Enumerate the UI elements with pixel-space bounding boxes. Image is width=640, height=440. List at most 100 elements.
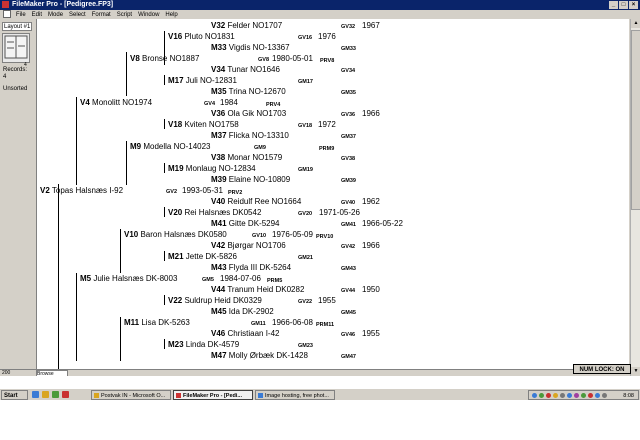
animal-name[interactable]: Tunar NO1646 [227, 65, 280, 74]
tray-update-icon[interactable] [581, 393, 586, 398]
pedigree-entry[interactable]: V36 Ola Gik NO1703 [211, 109, 286, 118]
tray-display-icon[interactable] [567, 393, 572, 398]
animal-name[interactable]: Baron Halsnæs DK0580 [140, 230, 226, 239]
birth-date[interactable]: 1966 [362, 109, 380, 118]
tray-printer-icon[interactable] [560, 393, 565, 398]
menu-window[interactable]: Window [138, 12, 159, 18]
document-icon[interactable] [3, 10, 11, 18]
animal-name[interactable]: Monolitt NO1974 [92, 98, 152, 107]
birth-date[interactable]: 1966 [362, 241, 380, 250]
animal-name[interactable]: Monar NO1579 [227, 153, 282, 162]
layout-select[interactable]: Layout #1 [2, 22, 32, 31]
pedigree-entry[interactable]: M35 Trina NO-12670 [211, 87, 286, 96]
pedigree-entry[interactable]: M9 Modella NO-14023 [130, 142, 211, 151]
animal-name[interactable]: Topas Halsnæs I-92 [52, 186, 123, 195]
animal-name[interactable]: Trina NO-12670 [229, 87, 286, 96]
pedigree-entry[interactable]: M43 Flyda III DK-5264 [211, 263, 291, 272]
desktop-icon[interactable] [52, 391, 59, 398]
animal-name[interactable]: Lisa DK-5263 [141, 318, 189, 327]
menu-help[interactable]: Help [165, 12, 177, 18]
pedigree-entry[interactable]: M17 Juli NO-12831 [168, 76, 237, 85]
birth-date[interactable]: 1955 [318, 296, 336, 305]
birth-date[interactable]: 1976-05-09 [272, 230, 313, 239]
birth-date[interactable]: 1972 [318, 120, 336, 129]
media-icon[interactable] [62, 391, 69, 398]
animal-name[interactable]: Pluto NO1831 [184, 32, 234, 41]
pedigree-entry[interactable]: V44 Tranum Heid DK0282 [211, 285, 304, 294]
animal-name[interactable]: Christiaan I-42 [227, 329, 279, 338]
birth-date[interactable]: 1962 [362, 197, 380, 206]
animal-name[interactable]: Gitte DK-5294 [229, 219, 280, 228]
pedigree-entry[interactable]: V40 Reidulf Ree NO1664 [211, 197, 301, 206]
animal-name[interactable]: Vigdis NO-13367 [229, 43, 290, 52]
tray-messenger-icon[interactable] [595, 393, 600, 398]
animal-name[interactable]: Molly Ørbæk DK-1428 [229, 351, 308, 360]
pedigree-entry[interactable]: M47 Molly Ørbæk DK-1428 [211, 351, 308, 360]
ie-icon[interactable] [32, 391, 39, 398]
close-button[interactable]: × [629, 1, 638, 9]
pedigree-entry[interactable]: V10 Baron Halsnæs DK0580 [124, 230, 227, 239]
animal-name[interactable]: Flyda III DK-5264 [229, 263, 291, 272]
birth-date[interactable]: 1984-07-06 [220, 274, 261, 283]
animal-name[interactable]: Bronse NO1887 [142, 54, 199, 63]
pedigree-entry[interactable]: V16 Pluto NO1831 [168, 32, 235, 41]
vertical-scrollbar[interactable]: ▲ ▼ [630, 19, 640, 376]
start-button[interactable]: Start [1, 390, 28, 400]
pedigree-entry[interactable]: M41 Gitte DK-5294 [211, 219, 280, 228]
tray-network-icon[interactable] [532, 393, 537, 398]
tray-security-icon[interactable] [546, 393, 551, 398]
pedigree-entry[interactable]: M23 Linda DK-4579 [168, 340, 239, 349]
menu-script[interactable]: Script [117, 12, 132, 18]
animal-name[interactable]: Juli NO-12831 [186, 76, 237, 85]
task-outlook[interactable]: Postvak IN - Microsoft O... [91, 390, 171, 400]
birth-date[interactable]: 1955 [362, 329, 380, 338]
book-icon[interactable] [2, 33, 30, 63]
pedigree-entry[interactable]: M45 Ida DK-2902 [211, 307, 274, 316]
animal-name[interactable]: Suldrup Heid DK0329 [184, 296, 261, 305]
birth-date[interactable]: 1966-06-08 [272, 318, 313, 327]
animal-name[interactable]: Reidulf Ree NO1664 [227, 197, 301, 206]
scroll-thumb[interactable] [631, 30, 640, 210]
tray-power-icon[interactable] [602, 393, 607, 398]
animal-name[interactable]: Monlaug NO-12834 [186, 164, 256, 173]
menu-select[interactable]: Select [69, 12, 86, 18]
pedigree-entry[interactable]: V18 Kviten NO1758 [168, 120, 239, 129]
birth-date[interactable]: 1984 [220, 98, 238, 107]
animal-name[interactable]: Ola Gik NO1703 [227, 109, 286, 118]
scroll-down-icon[interactable]: ▼ [631, 367, 640, 376]
menu-edit[interactable]: Edit [32, 12, 42, 18]
pedigree-entry[interactable]: M39 Elaine NO-10809 [211, 175, 290, 184]
pedigree-entry[interactable]: V38 Monar NO1579 [211, 153, 282, 162]
birth-date[interactable]: 1966-05-22 [362, 219, 403, 228]
scroll-up-icon[interactable]: ▲ [631, 19, 640, 28]
animal-name[interactable]: Tranum Heid DK0282 [227, 285, 304, 294]
pedigree-entry[interactable]: V34 Tunar NO1646 [211, 65, 280, 74]
tray-volume-icon[interactable] [553, 393, 558, 398]
animal-name[interactable]: Modella NO-14023 [143, 142, 210, 151]
task-filemaker[interactable]: FileMaker Pro - [Pedi... [173, 390, 253, 400]
animal-name[interactable]: Elaine NO-10809 [229, 175, 290, 184]
birth-date[interactable]: 1993-05-31 [182, 186, 223, 195]
animal-name[interactable]: Linda DK-4579 [186, 340, 239, 349]
pedigree-entry[interactable]: M5 Julie Halsnæs DK-8003 [80, 274, 177, 283]
pedigree-entry[interactable]: V4 Monolitt NO1974 [80, 98, 152, 107]
pedigree-entry[interactable]: V20 Rei Halsnæs DK0542 [168, 208, 261, 217]
animal-name[interactable]: Bjørgar NO1706 [227, 241, 285, 250]
animal-name[interactable]: Ida DK-2902 [229, 307, 274, 316]
outlook-icon[interactable] [42, 391, 49, 398]
animal-name[interactable]: Felder NO1707 [227, 21, 282, 30]
birth-date[interactable]: 1971-05-26 [319, 208, 360, 217]
menu-file[interactable]: File [16, 12, 26, 18]
birth-date[interactable]: 1950 [362, 285, 380, 294]
animal-name[interactable]: Jette DK-5826 [186, 252, 237, 261]
animal-name[interactable]: Flicka NO-13310 [229, 131, 289, 140]
animal-name[interactable]: Rei Halsnæs DK0542 [184, 208, 261, 217]
birth-date[interactable]: 1967 [362, 21, 380, 30]
pedigree-entry[interactable]: V2 Topas Halsnæs I-92 [40, 186, 123, 195]
menu-mode[interactable]: Mode [48, 12, 63, 18]
animal-name[interactable]: Kviten NO1758 [184, 120, 238, 129]
pedigree-entry[interactable]: V22 Suldrup Heid DK0329 [168, 296, 262, 305]
pedigree-entry[interactable]: V32 Felder NO1707 [211, 21, 282, 30]
birth-date[interactable]: 1980-05-01 [272, 54, 313, 63]
maximize-button[interactable]: □ [619, 1, 628, 9]
